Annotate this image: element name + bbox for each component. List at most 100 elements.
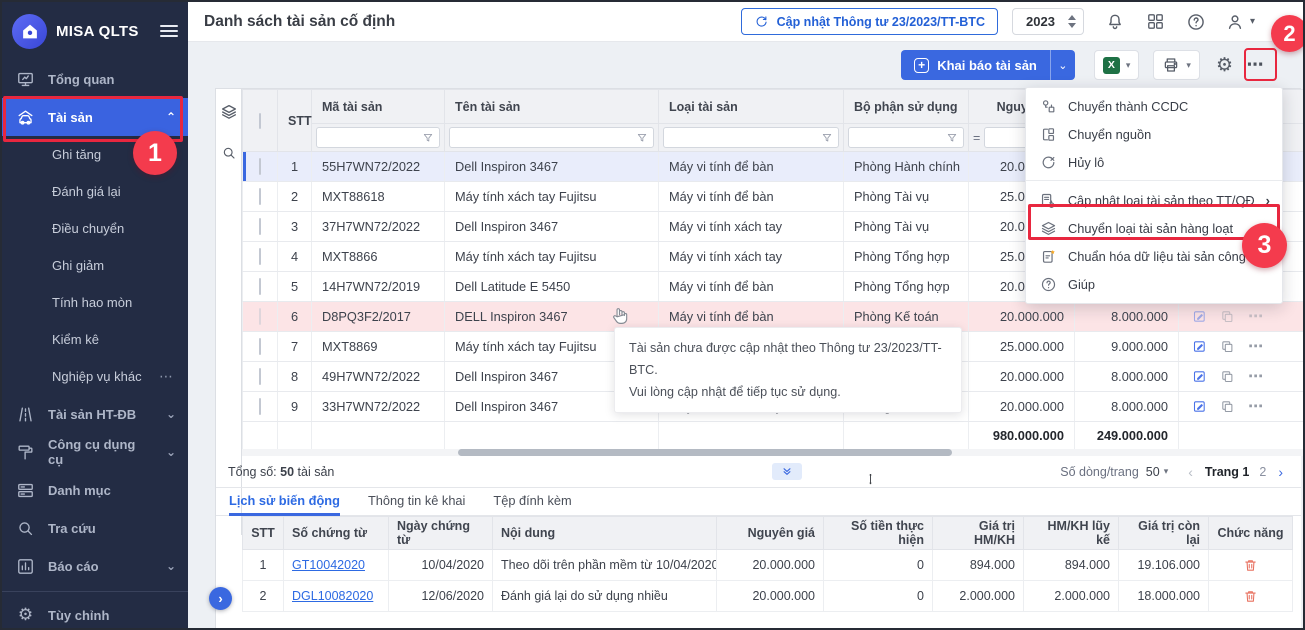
row-checkbox[interactable] — [259, 218, 261, 235]
history-row: 1 GT10042020 10/04/2020 Theo dõi trên ph… — [243, 550, 1293, 581]
row-more-icon[interactable]: ⋯ — [1248, 399, 1264, 414]
row-checkbox[interactable] — [259, 338, 261, 355]
search-rows-icon[interactable] — [221, 145, 237, 161]
page-current[interactable]: Trang 1 — [1205, 465, 1249, 479]
edit-icon[interactable] — [1192, 369, 1207, 384]
spinner-down-icon[interactable] — [1068, 23, 1076, 28]
sidebar-item-asset-ht-db[interactable]: Tài sản HT-ĐB ⌄ — [2, 395, 188, 433]
equals-icon[interactable]: = — [973, 131, 980, 145]
declare-asset-button[interactable]: + Khai báo tài sản — [901, 50, 1050, 80]
sidebar-subitem-tinh-hao-mon[interactable]: Tính hao mòn — [2, 284, 188, 321]
scrollbar-thumb[interactable] — [458, 449, 952, 456]
filter-name[interactable] — [445, 124, 659, 152]
rows-per-page-value[interactable]: 50 — [1146, 465, 1160, 479]
sidebar-subitem-ghi-tang[interactable]: Ghi tăng — [2, 136, 188, 173]
delete-trash-icon[interactable] — [1243, 558, 1258, 573]
plus-icon: + — [914, 58, 929, 73]
sidebar-item-assets[interactable]: Tài sản ⌃ — [2, 98, 188, 136]
expand-sidebar-button[interactable]: › — [209, 587, 232, 610]
row-checkbox[interactable] — [259, 158, 261, 175]
help-button[interactable] — [1186, 12, 1206, 32]
sidebar-subitem-ghi-giam[interactable]: Ghi giảm — [2, 247, 188, 284]
col-code[interactable]: Mã tài sản — [312, 90, 445, 124]
tab-attachments[interactable]: Tệp đính kèm — [493, 488, 571, 516]
menu-item-standardize-public-asset[interactable]: Chuẩn hóa dữ liệu tài sản công — [1026, 242, 1282, 270]
edit-icon[interactable] — [1192, 309, 1207, 324]
filter-dept[interactable] — [844, 124, 969, 152]
sidebar-subitem-danh-gia-lai[interactable]: Đánh giá lại — [2, 173, 188, 210]
sidebar-subitem-kiem-ke[interactable]: Kiểm kê — [2, 321, 188, 358]
filter-type[interactable] — [659, 124, 844, 152]
funnel-icon[interactable] — [422, 132, 434, 144]
declare-asset-caret[interactable]: ⌄ — [1050, 50, 1075, 80]
apps-button[interactable] — [1146, 12, 1165, 31]
sidebar-item-customize[interactable]: ⚙ Tùy chỉnh — [2, 596, 188, 630]
year-spinner[interactable] — [1068, 15, 1083, 28]
copy-icon[interactable] — [1220, 339, 1235, 354]
sidebar-item-categories[interactable]: Danh mục — [2, 471, 188, 509]
row-more-icon[interactable]: ⋯ — [1248, 369, 1264, 384]
spinner-up-icon[interactable] — [1068, 15, 1076, 20]
menu-item-convert-ccdc[interactable]: Chuyển thành CCDC — [1026, 92, 1282, 120]
horizontal-scrollbar[interactable] — [242, 449, 1305, 456]
print-button[interactable]: ▾ — [1153, 50, 1200, 80]
delete-trash-icon[interactable] — [1243, 589, 1258, 604]
funnel-icon[interactable] — [636, 132, 648, 144]
select-all-cell[interactable] — [243, 90, 278, 152]
filter-code[interactable] — [312, 124, 445, 152]
copy-icon[interactable] — [1220, 369, 1235, 384]
col-stt[interactable]: STT — [278, 90, 312, 152]
copy-icon[interactable] — [1220, 309, 1235, 324]
menu-item-bulk-change-asset-type[interactable]: Chuyển loại tài sản hàng loạt — [1026, 214, 1282, 242]
account-menu-button[interactable]: ▾ — [1225, 12, 1255, 32]
menu-item-cancel-batch[interactable]: Hủy lô — [1026, 148, 1282, 176]
hamburger-menu-icon[interactable] — [160, 25, 178, 38]
year-selector[interactable]: 2023 — [1012, 8, 1084, 35]
page-prev-icon[interactable]: ‹ — [1188, 464, 1193, 480]
tab-history[interactable]: Lịch sử biến động — [229, 488, 340, 516]
sidebar-item-overview[interactable]: Tổng quan — [2, 60, 188, 98]
sidebar-item-lookup[interactable]: Tra cứu — [2, 509, 188, 547]
declare-asset-split-button[interactable]: + Khai báo tài sản ⌄ — [901, 50, 1075, 80]
edit-icon[interactable] — [1192, 339, 1207, 354]
page-2[interactable]: 2 — [1259, 465, 1266, 479]
notifications-button[interactable] — [1105, 12, 1125, 32]
row-more-icon[interactable]: ⋯ — [1248, 309, 1264, 324]
row-checkbox[interactable] — [259, 278, 261, 295]
row-checkbox[interactable] — [259, 398, 261, 415]
copy-icon[interactable] — [1220, 399, 1235, 414]
sidebar-subitem-dieu-chuyen[interactable]: Điều chuyển — [2, 210, 188, 247]
export-excel-button[interactable]: X ▾ — [1094, 50, 1140, 80]
row-checkbox[interactable] — [259, 308, 261, 325]
document-link[interactable]: DGL10082020 — [292, 589, 373, 603]
funnel-icon[interactable] — [821, 132, 833, 144]
edit-icon[interactable] — [1192, 399, 1207, 414]
col-type[interactable]: Loại tài sản — [659, 90, 844, 124]
grid-settings-button[interactable]: ⚙ — [1216, 56, 1233, 75]
row-checkbox[interactable] — [259, 248, 261, 265]
col-dept[interactable]: Bộ phận sử dụng — [844, 90, 969, 124]
sidebar-subitem-nghiep-vu-khac[interactable]: Nghiệp vụ khác ⋯ — [2, 358, 188, 395]
menu-item-transfer-source[interactable]: Chuyển nguồn — [1026, 120, 1282, 148]
total-count-text: Tổng số: 50 tài sản — [228, 465, 1060, 479]
row-more-icon[interactable]: ⋯ — [1248, 339, 1264, 354]
sidebar-item-tools[interactable]: Công cụ dụng cụ ⌄ — [2, 433, 188, 471]
row-checkbox[interactable] — [259, 368, 261, 385]
select-all-checkbox[interactable] — [259, 113, 261, 129]
page-next-icon[interactable]: › — [1278, 464, 1283, 480]
collapse-detail-button[interactable] — [772, 463, 802, 480]
update-circular-button[interactable]: Cập nhật Thông tư 23/2023/TT-BTC — [741, 8, 998, 35]
document-link[interactable]: GT10042020 — [292, 558, 365, 572]
app-logo-icon — [12, 14, 47, 49]
menu-item-help[interactable]: Giúp — [1026, 270, 1282, 298]
sidebar-item-reports[interactable]: Báo cáo ⌄ — [2, 547, 188, 585]
menu-item-update-asset-type[interactable]: Cập nhật loại tài sản theo TT/QĐ › — [1026, 186, 1282, 214]
total-remain: 249.000.000 — [1075, 422, 1179, 450]
tab-declaration[interactable]: Thông tin kê khai — [368, 488, 465, 516]
caret-down-icon[interactable]: ▾ — [1164, 466, 1169, 477]
col-name[interactable]: Tên tài sản — [445, 90, 659, 124]
row-checkbox[interactable] — [259, 188, 261, 205]
more-actions-button[interactable]: ⋯ — [1242, 50, 1269, 80]
layers-view-icon[interactable] — [220, 103, 238, 121]
funnel-icon[interactable] — [946, 132, 958, 144]
